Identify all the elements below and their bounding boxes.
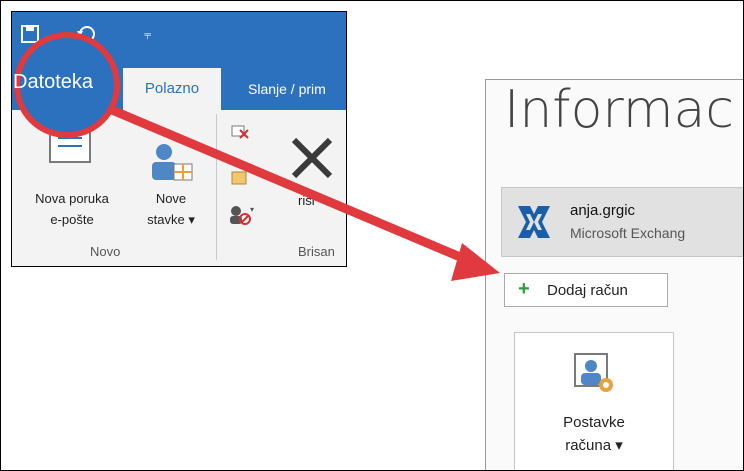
account-settings-icon — [574, 353, 613, 392]
group-separator — [216, 114, 217, 260]
screenshot-frame: ⫧ Datoteka Polazno Slanje / prim Nova po… — [0, 0, 744, 471]
tab-send-receive[interactable]: Slanje / prim — [248, 68, 326, 110]
account-settings-button[interactable]: Postavke računa ▾ — [514, 332, 674, 470]
junk-icon[interactable]: ▾ — [228, 204, 254, 226]
group-label-new: Novo — [90, 244, 121, 259]
ignore-icon[interactable] — [230, 120, 250, 140]
new-email-label-line2: e-pošte — [50, 212, 94, 227]
new-email-label-line1: Nova poruka — [35, 191, 109, 206]
cleanup-icon[interactable] — [230, 168, 250, 188]
add-account-button[interactable]: + Dodaj račun — [504, 273, 668, 307]
add-account-label: Dodaj račun — [547, 282, 628, 299]
delete-button[interactable]: riši — [270, 110, 346, 234]
new-items-label-line1: Nove — [155, 191, 187, 206]
file-tab-highlight-label: Datoteka — [13, 71, 94, 93]
account-settings-label-line2: računa ▾ — [565, 437, 623, 454]
tab-home[interactable]: Polazno — [123, 68, 221, 110]
delete-label: riši — [298, 193, 315, 208]
new-email-icon — [49, 121, 91, 163]
svg-text:▾: ▾ — [250, 205, 254, 214]
account-selector[interactable]: anja.grgic Microsoft Exchang — [501, 187, 743, 257]
account-settings-label: Postavke računa ▾ — [515, 411, 673, 457]
new-email-button[interactable]: Nova poruka e-pošte — [12, 112, 132, 234]
exchange-icon — [518, 206, 550, 238]
title-bar: ⫧ — [12, 12, 346, 68]
delete-x-icon — [291, 137, 333, 179]
ribbon-body: Nova poruka e-pošte Nove stavke ▾ Novo ▾… — [12, 110, 346, 266]
account-settings-label-line1: Postavke — [563, 414, 625, 431]
group-label-delete: Brisan — [298, 244, 335, 259]
plus-icon: + — [518, 278, 530, 300]
contact-card-icon — [152, 144, 193, 181]
outlook-ribbon: ⫧ Datoteka Polazno Slanje / prim Nova po… — [11, 11, 347, 267]
undo-icon[interactable] — [76, 25, 98, 43]
quick-access-dropdown[interactable]: ⫧ — [144, 27, 151, 43]
save-icon[interactable] — [20, 24, 40, 44]
account-name: anja.grgic — [570, 202, 636, 219]
new-items-label-line2: stavke ▾ — [147, 212, 195, 227]
page-title: Informac — [504, 80, 734, 140]
account-type: Microsoft Exchang — [570, 225, 686, 241]
new-items-button[interactable]: Nove stavke ▾ — [136, 112, 206, 234]
backstage-info-panel: Informac anja.grgic Microsoft Exchang + … — [485, 79, 743, 470]
